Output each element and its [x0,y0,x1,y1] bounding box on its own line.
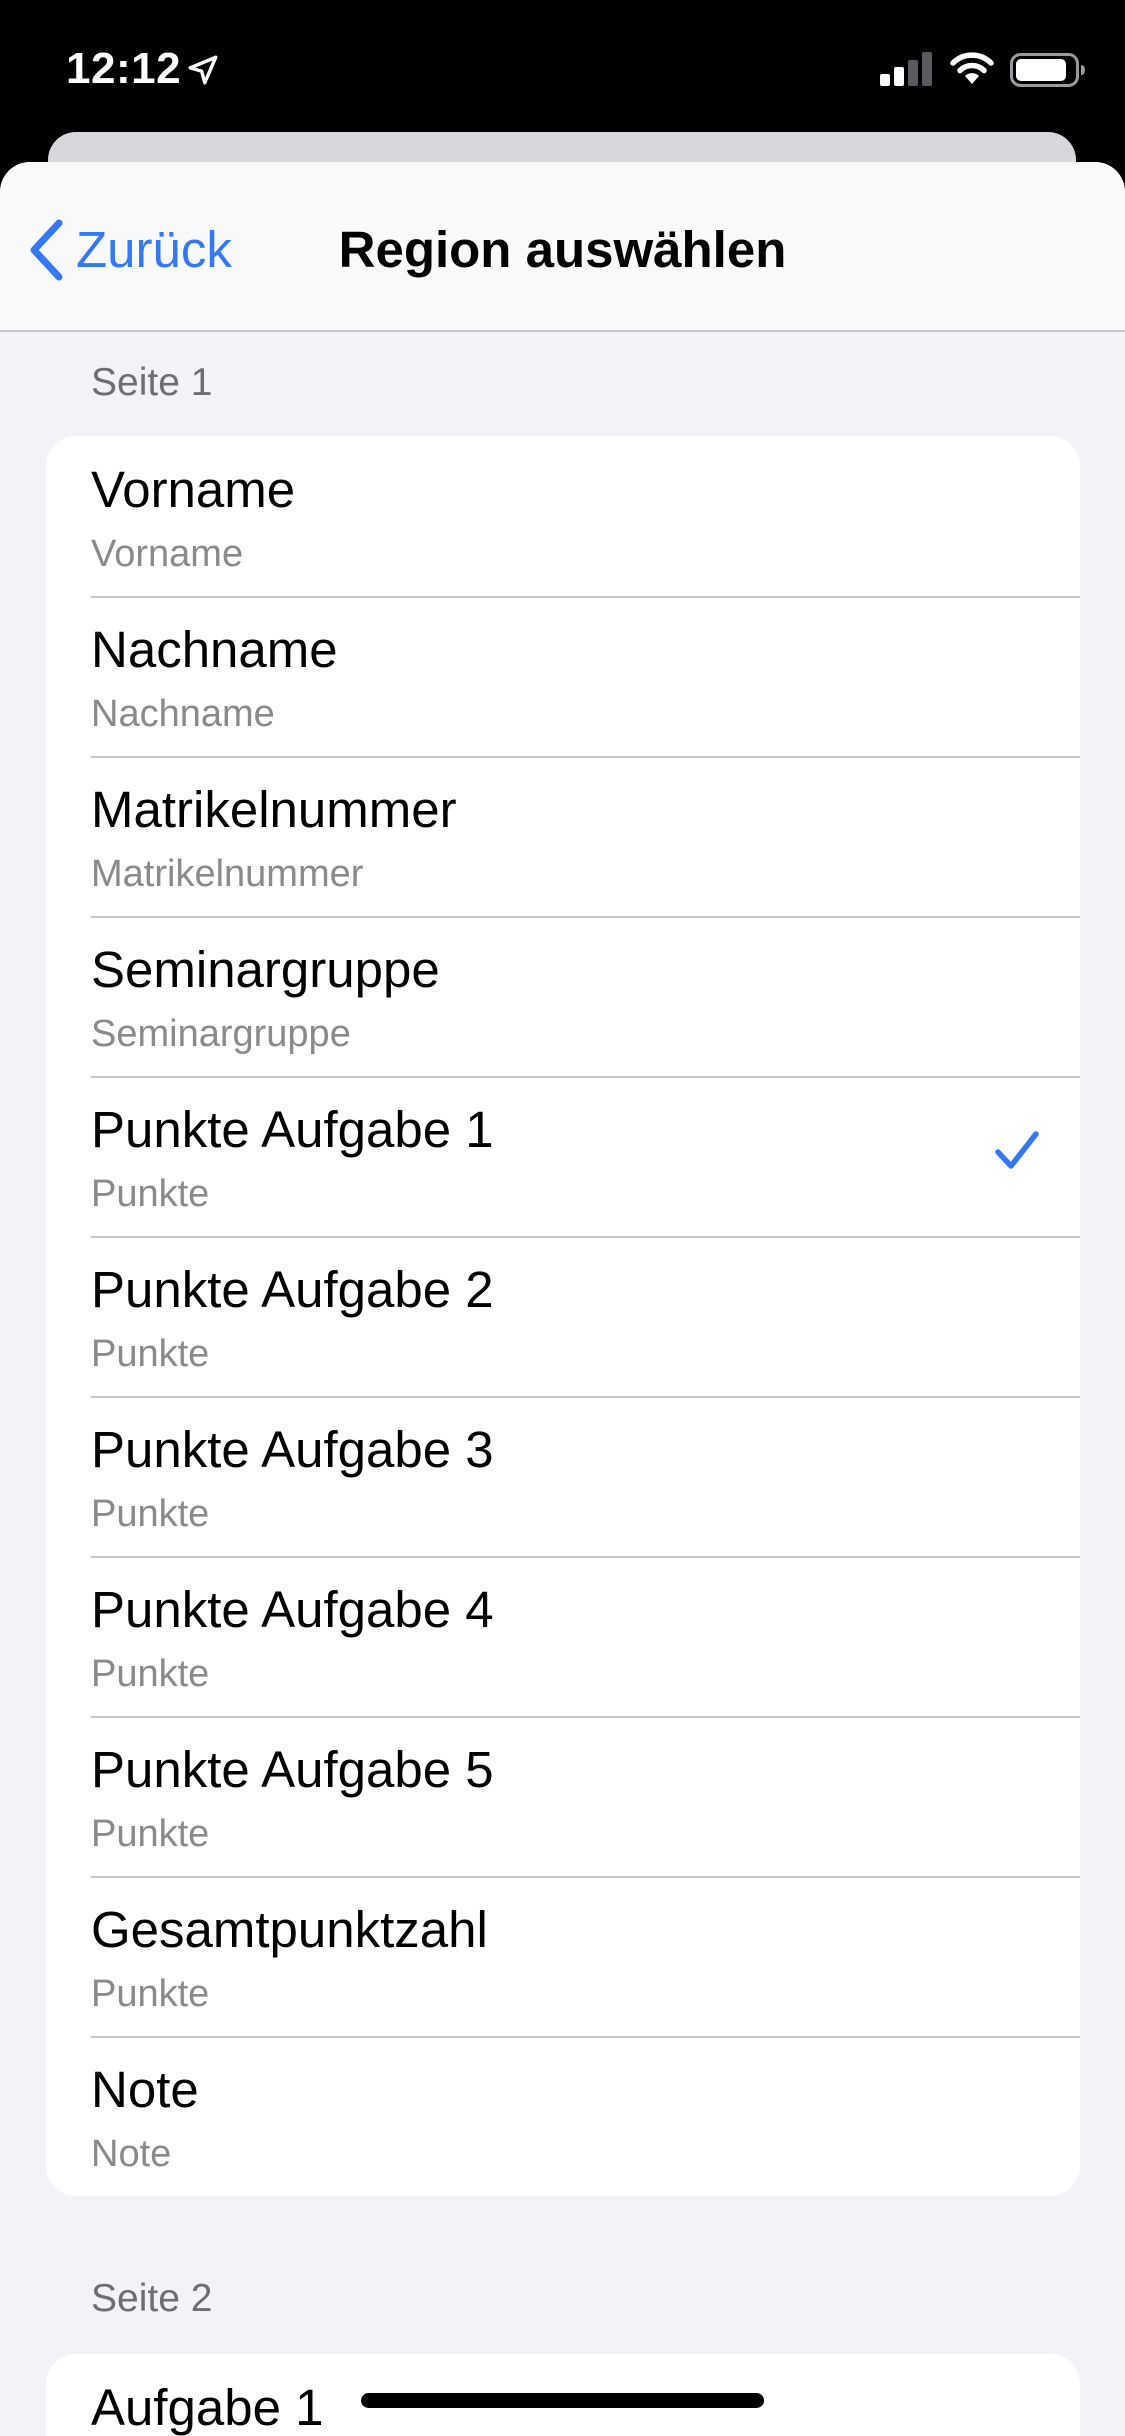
item-title: Note [91,2061,199,2118]
item-title: Punkte Aufgabe 3 [91,1421,494,1478]
item-subtitle: Seminargruppe [91,1013,351,1055]
item-subtitle: Vorname [91,533,244,575]
wifi-icon [950,52,994,84]
home-indicator [361,2393,764,2408]
item-title: Vorname [91,461,296,518]
navigation-bar: Zurück Region auswählen [0,162,1125,332]
item-title: Punkte Aufgabe 4 [91,1581,494,1638]
item-title: Punkte Aufgabe 5 [91,1741,494,1798]
list-item[interactable]: Punkte Aufgabe 2 Punkte [46,1236,1080,1396]
item-subtitle: Punkte [91,1333,210,1375]
section-header-seite-1: Seite 1 [91,361,213,404]
region-list-seite-1: Vorname Vorname Nachname Nachname Matrik… [46,436,1080,2196]
list-item[interactable]: Note Note [46,2036,1080,2196]
item-subtitle: Punkte [91,1973,210,2015]
modal-sheet: Zurück Region auswählen Seite 1 Vorname … [0,162,1125,2436]
list-item[interactable]: Gesamtpunktzahl Punkte [46,1876,1080,2036]
list-item[interactable]: Punkte Aufgabe 5 Punkte [46,1716,1080,1876]
status-time: 12:12 [66,44,182,93]
list-item[interactable]: Nachname Nachname [46,596,1080,756]
item-subtitle: Punkte [91,1653,210,1695]
list-item[interactable]: Matrikelnummer Matrikelnummer [46,756,1080,916]
item-subtitle: Nachname [91,693,275,735]
cellular-signal-icon [880,52,932,86]
item-subtitle: Punkte [91,1493,210,1535]
status-bar: 12:12 [0,0,1125,135]
item-subtitle: Punkte [91,1173,210,1215]
section-header-seite-2: Seite 2 [91,2277,213,2320]
checkmark-icon [995,1131,1039,1169]
list-item[interactable]: Seminargruppe Seminargruppe [46,916,1080,1076]
item-title: Gesamtpunktzahl [91,1901,488,1958]
list-item[interactable]: Punkte Aufgabe 3 Punkte [46,1396,1080,1556]
item-title: Nachname [91,621,338,678]
item-subtitle: Punkte [91,1813,210,1855]
battery-icon [1010,53,1085,87]
location-arrow-icon [188,55,218,85]
list-item[interactable]: Punkte Aufgabe 4 Punkte [46,1556,1080,1716]
item-subtitle: Note [91,2133,172,2175]
list-item[interactable]: Vorname Vorname [46,436,1080,596]
page-title: Region auswählen [338,221,787,278]
item-title: Seminargruppe [91,941,440,998]
item-title: Punkte Aufgabe 2 [91,1261,494,1318]
list-item-selected[interactable]: Punkte Aufgabe 1 Punkte [46,1076,1080,1236]
item-subtitle: Matrikelnummer [91,853,364,895]
item-title: Aufgabe 1 [91,2379,324,2436]
item-title: Punkte Aufgabe 1 [91,1101,494,1158]
item-title: Matrikelnummer [91,781,457,838]
